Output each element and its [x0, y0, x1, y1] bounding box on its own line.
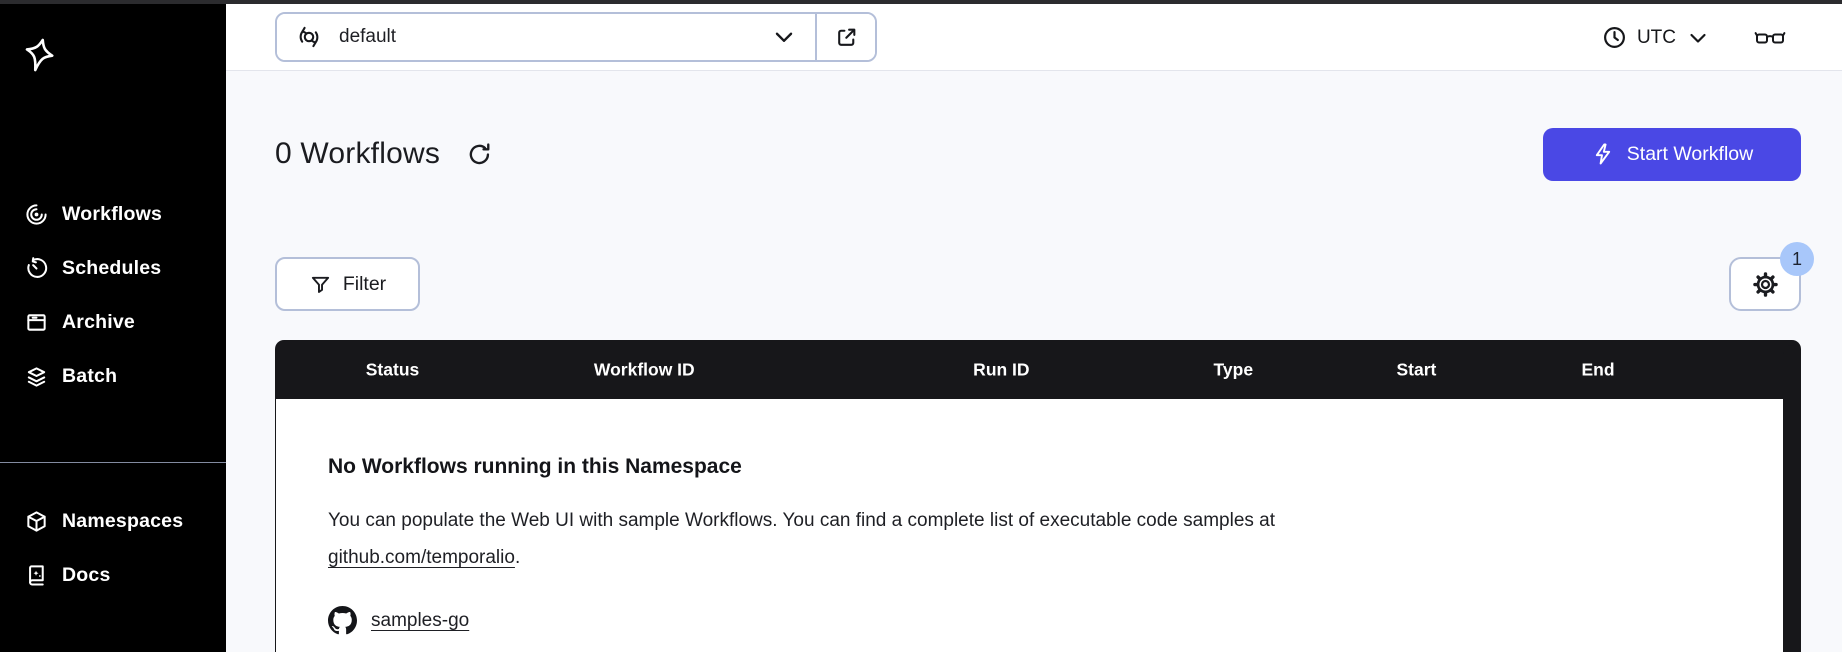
sidebar-item-label: Docs [62, 563, 111, 586]
sidebar-item-label: Workflows [62, 202, 163, 225]
open-namespace-button[interactable] [815, 14, 875, 60]
table-scrollbar[interactable] [1783, 345, 1801, 652]
gear-icon [1752, 271, 1779, 298]
sidebar-divider [0, 462, 226, 463]
sidebar-item-label: Archive [62, 310, 135, 333]
chevron-down-icon [771, 24, 797, 50]
column-header-type[interactable]: Type [1214, 359, 1254, 380]
sidebar-item-label: Schedules [62, 256, 162, 279]
sidebar-footer-nav: Namespaces Docs [0, 507, 226, 589]
title-row: 0 Workflows Start Workflow [275, 127, 1801, 181]
sidebar-item-batch[interactable]: Batch [0, 362, 226, 390]
empty-state-body: You can populate the Web UI with sample … [328, 502, 1428, 576]
start-workflow-button[interactable]: Start Workflow [1543, 127, 1801, 181]
sidebar-item-schedules[interactable]: Schedules [0, 254, 226, 282]
column-header-start[interactable]: Start [1397, 359, 1437, 380]
sidebar-item-label: Namespaces [62, 509, 184, 532]
sidebar-item-workflows[interactable]: Workflows [0, 200, 226, 228]
workflows-icon [25, 203, 48, 226]
empty-state-title: No Workflows running in this Namespace [328, 455, 742, 478]
github-temporalio-link[interactable]: github.com/temporalio [328, 547, 515, 568]
column-header-status[interactable]: Status [366, 359, 419, 380]
workflows-table: Status Workflow ID Run ID Type Start End… [275, 340, 1801, 652]
batch-icon [25, 365, 48, 388]
clock-icon [1602, 25, 1627, 50]
filter-row: Filter 1 [275, 242, 1814, 311]
table-config-wrap: 1 [1729, 242, 1814, 311]
namespace-control: default [275, 12, 877, 62]
external-link-icon [834, 25, 859, 50]
table-header: Status Workflow ID Run ID Type Start End [275, 340, 1801, 399]
sidebar-item-namespaces[interactable]: Namespaces [0, 507, 226, 535]
temporal-logo-icon[interactable] [20, 36, 58, 74]
page-title: 0 Workflows [275, 137, 441, 170]
topbar: default UTC [226, 4, 1842, 71]
namespace-value: default [339, 26, 397, 47]
archive-icon [25, 311, 48, 334]
start-workflow-label: Start Workflow [1626, 142, 1754, 165]
temporal-web-ui: Workflows Schedules Archive Batch Namesp… [0, 0, 1842, 652]
empty-state-text-period: . [514, 547, 521, 568]
sidebar: Workflows Schedules Archive Batch Namesp… [0, 4, 226, 652]
topbar-right: UTC [1602, 4, 1786, 71]
labs-glasses-icon[interactable] [1754, 25, 1786, 50]
sample-repo-row: samples-go [328, 606, 1741, 635]
namespace-selector[interactable]: default [277, 14, 815, 60]
sidebar-item-archive[interactable]: Archive [0, 308, 226, 336]
lightning-icon [1591, 142, 1615, 166]
chevron-down-icon [1686, 26, 1710, 50]
column-header-run-id[interactable]: Run ID [973, 359, 1029, 380]
docs-icon [25, 564, 48, 587]
table-body: No Workflows running in this Namespace Y… [275, 399, 1801, 652]
namespace-cycle-icon [295, 23, 323, 51]
timezone-value: UTC [1636, 26, 1676, 48]
filter-funnel-icon [309, 273, 332, 296]
sidebar-item-label: Batch [62, 364, 118, 387]
filter-button[interactable]: Filter [275, 257, 420, 311]
column-header-end[interactable]: End [1582, 359, 1615, 380]
timezone-selector[interactable]: UTC [1602, 25, 1710, 50]
github-icon [328, 606, 357, 635]
samples-go-link[interactable]: samples-go [371, 610, 469, 632]
sidebar-nav: Workflows Schedules Archive Batch [0, 200, 226, 390]
filter-label: Filter [342, 272, 387, 295]
main-content: 0 Workflows Start Workflow Filter 1 Stat… [226, 71, 1842, 652]
empty-state-text: You can populate the Web UI with sample … [328, 510, 1276, 531]
sidebar-item-docs[interactable]: Docs [0, 561, 226, 589]
refresh-button[interactable] [466, 141, 493, 168]
column-header-workflow-id[interactable]: Workflow ID [594, 359, 695, 380]
schedules-icon [25, 256, 48, 280]
namespaces-icon [25, 510, 48, 533]
settings-count-badge: 1 [1780, 242, 1814, 276]
